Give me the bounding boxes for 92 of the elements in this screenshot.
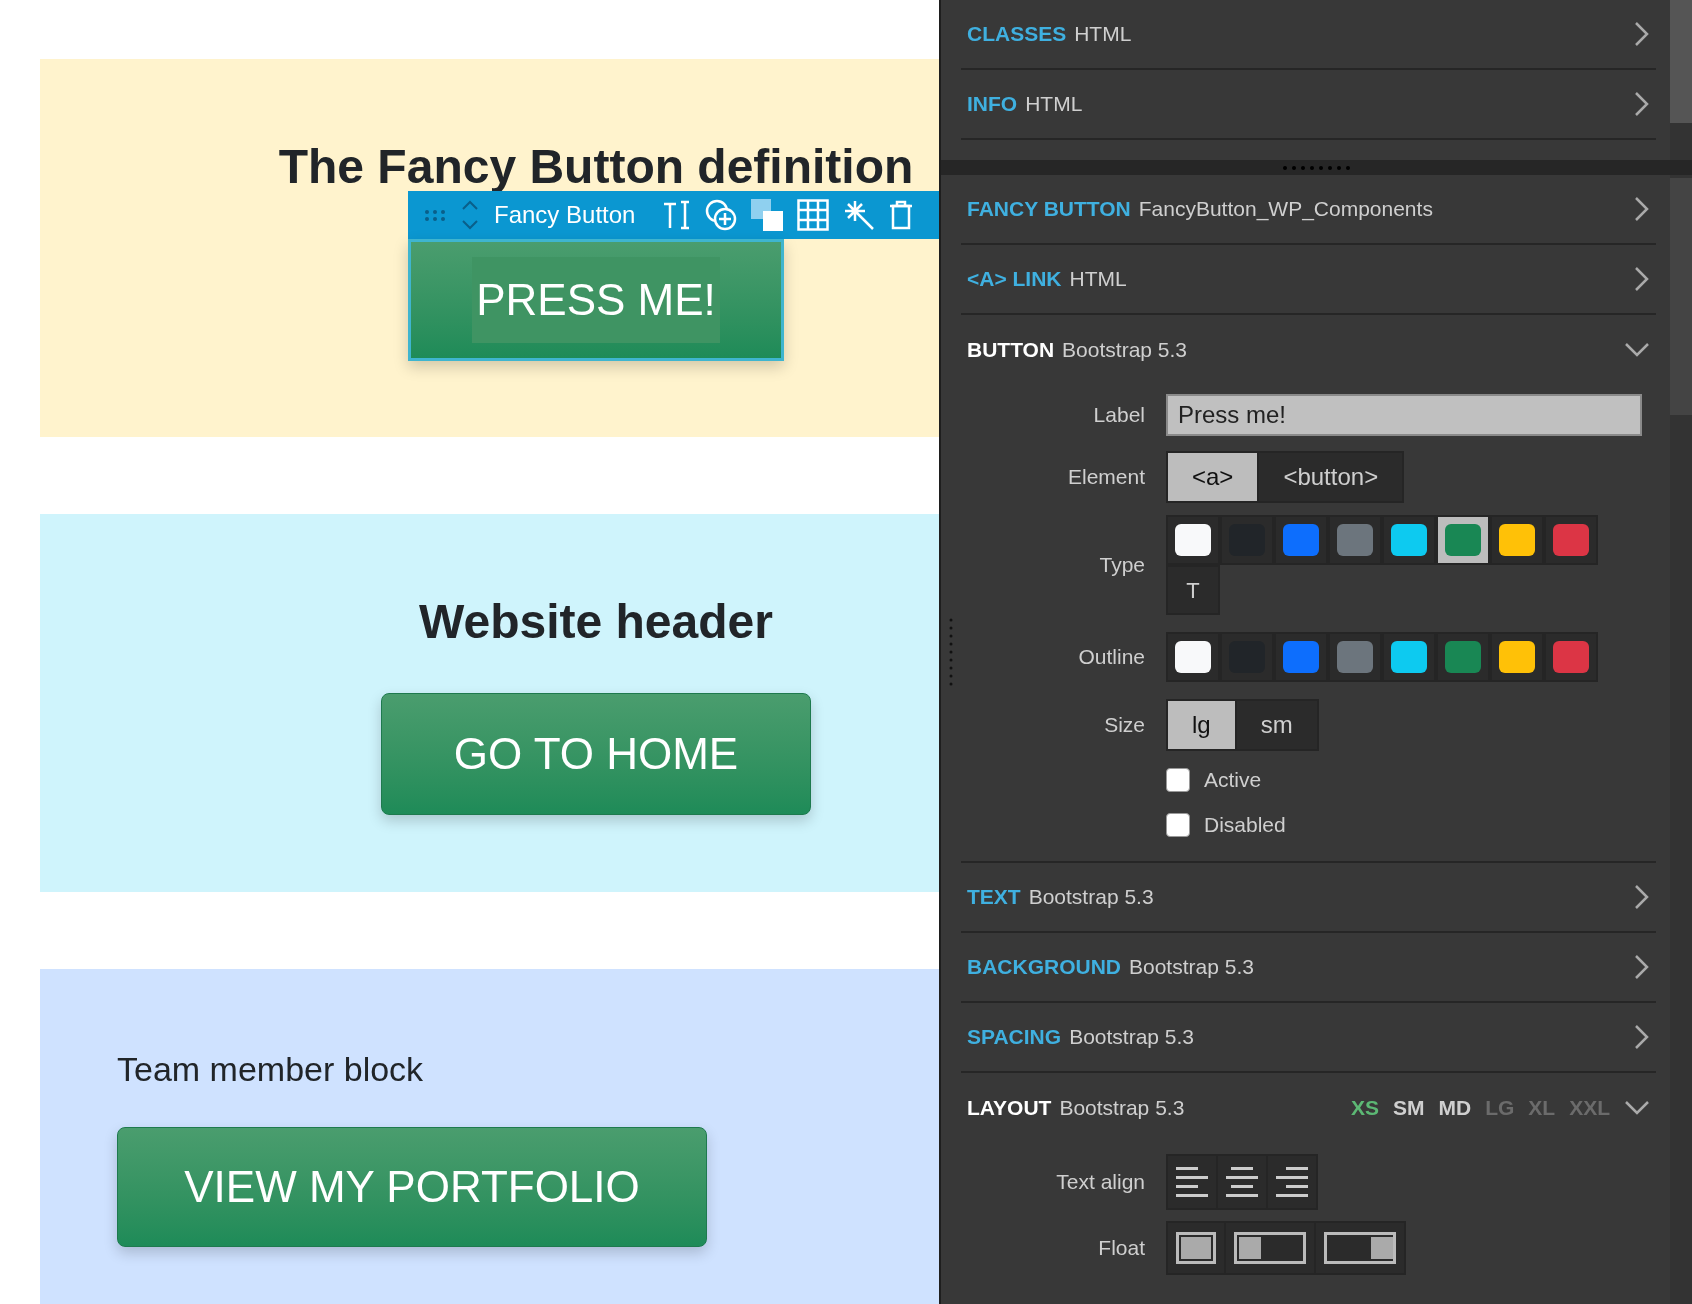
- checkbox-label: Active: [1204, 766, 1262, 793]
- float-left-button[interactable]: [1226, 1223, 1314, 1273]
- float-right-button[interactable]: [1316, 1223, 1404, 1273]
- align-right-button[interactable]: [1268, 1156, 1316, 1208]
- swatch-option[interactable]: [1490, 632, 1544, 682]
- section-heading: Team member block: [117, 1049, 424, 1089]
- swatch-option[interactable]: [1166, 515, 1220, 565]
- section-source: HTML: [1074, 21, 1132, 48]
- swatch-option[interactable]: [1274, 632, 1328, 682]
- section-source: Bootstrap 5.3: [1069, 1024, 1195, 1051]
- property-label: Size: [1103, 712, 1145, 739]
- sparkle-wand-icon[interactable]: [843, 199, 876, 231]
- swatch-option[interactable]: [1544, 515, 1598, 565]
- section-source: HTML: [1025, 91, 1083, 118]
- trash-icon[interactable]: [889, 200, 914, 230]
- property-label: Text align: [1055, 1169, 1145, 1196]
- swatch-option[interactable]: [1166, 632, 1220, 682]
- swatch-option[interactable]: [1436, 632, 1490, 682]
- segment-option[interactable]: lg: [1168, 701, 1235, 749]
- up-down-chevron-icon[interactable]: [460, 198, 480, 232]
- text-cursor-icon[interactable]: [663, 200, 692, 230]
- swatch-option[interactable]: [1490, 515, 1544, 565]
- float-right-icon: [1324, 1232, 1396, 1264]
- add-circle-icon[interactable]: [705, 199, 738, 231]
- swatch-option[interactable]: [1382, 632, 1436, 682]
- property-label: Outline: [1077, 644, 1145, 671]
- chevron-right-icon: [1634, 21, 1650, 47]
- chevron-down-icon: [1624, 342, 1650, 358]
- section-category: <A> LINK: [967, 266, 1062, 293]
- float-none-icon: [1176, 1232, 1216, 1264]
- float-none-button[interactable]: [1168, 1223, 1224, 1273]
- swatch-option[interactable]: [1544, 632, 1598, 682]
- segment-option[interactable]: <button>: [1257, 453, 1403, 501]
- fancy-button[interactable]: GO TO HOME: [381, 693, 811, 815]
- align-center-button[interactable]: [1218, 1156, 1266, 1208]
- section-source: Bootstrap 5.3: [1028, 884, 1154, 911]
- chevron-down-icon: [1624, 1100, 1650, 1116]
- property-label: Label: [1092, 402, 1145, 429]
- chevron-right-icon: [1634, 1024, 1650, 1050]
- scrollbar-thumb[interactable]: [1670, 0, 1692, 123]
- swatch-option[interactable]: [1328, 632, 1382, 682]
- section-source: Bootstrap 5.3: [1129, 954, 1254, 981]
- splitter-handle[interactable]: [941, 160, 1692, 175]
- section-category: LAYOUT: [967, 1095, 1052, 1122]
- breakpoint-tab[interactable]: XS: [1350, 1092, 1379, 1124]
- fancy-button[interactable]: VIEW MY PORTFOLIO: [117, 1127, 707, 1247]
- align-right-icon: [1276, 1167, 1308, 1197]
- section-heading: The Fancy Button definition: [278, 139, 914, 195]
- align-left-button[interactable]: [1168, 1156, 1216, 1208]
- chevron-right-icon: [1634, 196, 1650, 222]
- breakpoint-tab[interactable]: SM: [1392, 1092, 1425, 1124]
- property-label: Float: [1097, 1235, 1145, 1262]
- section-category: CLASSES: [967, 21, 1067, 48]
- chevron-right-icon: [1634, 91, 1650, 117]
- segment-option[interactable]: <a>: [1168, 453, 1258, 501]
- drag-handle-icon[interactable]: [424, 209, 446, 221]
- section-source: Bootstrap 5.3: [1062, 337, 1188, 364]
- property-label: Element: [1066, 464, 1145, 491]
- swatch-option[interactable]: [1382, 515, 1436, 565]
- section-category: BUTTON: [967, 337, 1055, 364]
- float-button-group[interactable]: [1166, 1221, 1406, 1275]
- float-left-icon: [1234, 1232, 1306, 1264]
- fancy-button[interactable]: PRESS ME!: [408, 239, 784, 361]
- property-label: Type: [1098, 552, 1145, 579]
- grid-icon[interactable]: [797, 199, 830, 231]
- swatch-option[interactable]: [1436, 515, 1490, 565]
- section-category: BACKGROUND: [967, 954, 1121, 981]
- swatch-option[interactable]: T: [1166, 565, 1220, 615]
- segment-option[interactable]: sm: [1234, 701, 1317, 749]
- section-category: FANCY BUTTON: [967, 196, 1131, 223]
- section-source: FancyButton_WP_Components: [1138, 196, 1433, 223]
- breakpoint-tab[interactable]: MD: [1438, 1092, 1472, 1124]
- checkbox[interactable]: [1166, 812, 1190, 837]
- section-category: TEXT: [967, 884, 1021, 911]
- chevron-right-icon: [1634, 954, 1650, 980]
- chevron-right-icon: [1634, 884, 1650, 910]
- section-heading: Website header: [419, 594, 773, 650]
- checkbox-label: Disabled: [1204, 811, 1286, 838]
- component-name: Fancy Button: [494, 200, 636, 230]
- align-left-icon: [1176, 1167, 1208, 1197]
- section-source: Bootstrap 5.3: [1059, 1095, 1185, 1122]
- section-source: HTML: [1069, 266, 1127, 293]
- align-button-group[interactable]: [1166, 1154, 1318, 1210]
- checkbox[interactable]: [1166, 767, 1190, 792]
- swatch-option[interactable]: [1274, 515, 1328, 565]
- align-center-icon: [1226, 1167, 1258, 1197]
- swatch-option[interactable]: [1328, 515, 1382, 565]
- chevron-right-icon: [1634, 266, 1650, 292]
- overlapping-squares-icon[interactable]: [751, 199, 784, 231]
- section-category: INFO: [967, 91, 1018, 118]
- label-input-field[interactable]: Press me!: [1166, 394, 1642, 436]
- section-category: SPACING: [967, 1024, 1062, 1051]
